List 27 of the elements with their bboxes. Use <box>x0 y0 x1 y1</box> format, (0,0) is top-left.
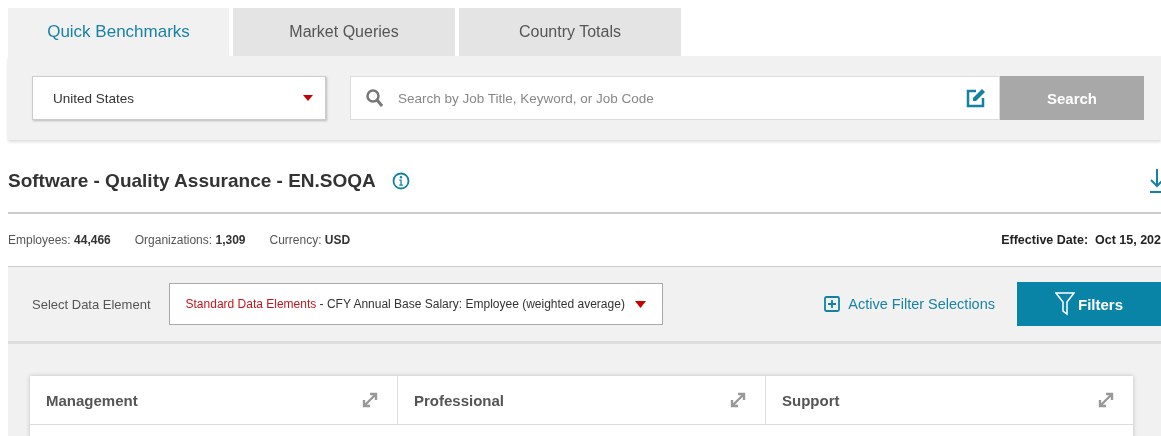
stat-text: Employees: 44,466 <box>8 233 111 247</box>
active-filter-link[interactable]: Active Filter Selections <box>824 296 995 312</box>
job-title: Software - Quality Assurance - EN.SOQA <box>8 170 376 192</box>
expand-icon[interactable] <box>729 391 747 409</box>
card-title: Support <box>782 391 840 409</box>
search-icon <box>366 89 383 107</box>
data-element-label: Select Data Element <box>32 296 151 312</box>
caret-icon <box>634 300 646 308</box>
card-title: Management <box>46 391 138 409</box>
filter-icon <box>1055 292 1075 316</box>
download-icon[interactable] <box>1150 169 1161 193</box>
tab[interactable]: Quick Benchmarks <box>8 8 229 56</box>
stat-text: Currency: USD <box>269 233 351 247</box>
effective-date: Effective Date: Oct 15, 202 <box>1001 233 1161 247</box>
info-icon[interactable] <box>391 172 410 190</box>
country-select[interactable]: United States <box>32 76 326 120</box>
plus-box-icon <box>824 296 841 312</box>
edit-icon[interactable] <box>966 88 986 108</box>
tab[interactable]: Market Queries <box>233 8 455 56</box>
card-title: Professional <box>414 391 505 409</box>
tab[interactable]: Country Totals <box>459 8 681 56</box>
expand-icon[interactable] <box>1097 391 1115 409</box>
filters-button[interactable]: Filters <box>1017 282 1161 326</box>
data-element-select[interactable]: Standard Data Elements - CFY Annual Base Salary: Employee (weighted average) <box>168 283 663 325</box>
caret-icon <box>303 95 313 101</box>
expand-icon[interactable] <box>361 391 379 409</box>
stat-text: Organizations: 1,309 <box>134 233 246 247</box>
